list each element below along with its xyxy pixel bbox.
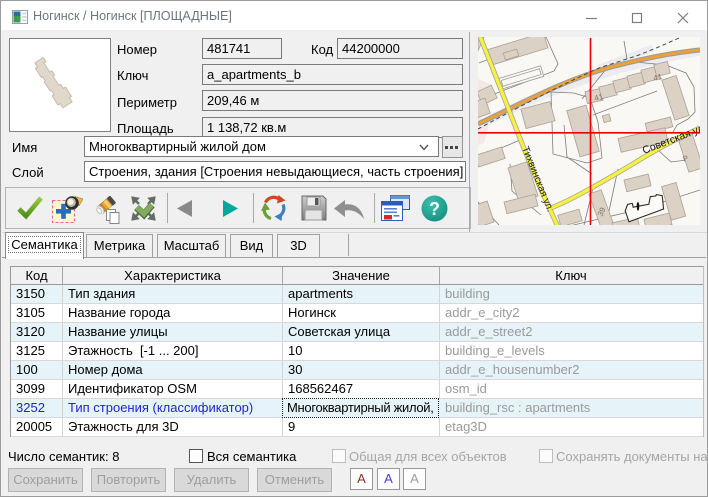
- svg-text:?: ?: [429, 199, 440, 219]
